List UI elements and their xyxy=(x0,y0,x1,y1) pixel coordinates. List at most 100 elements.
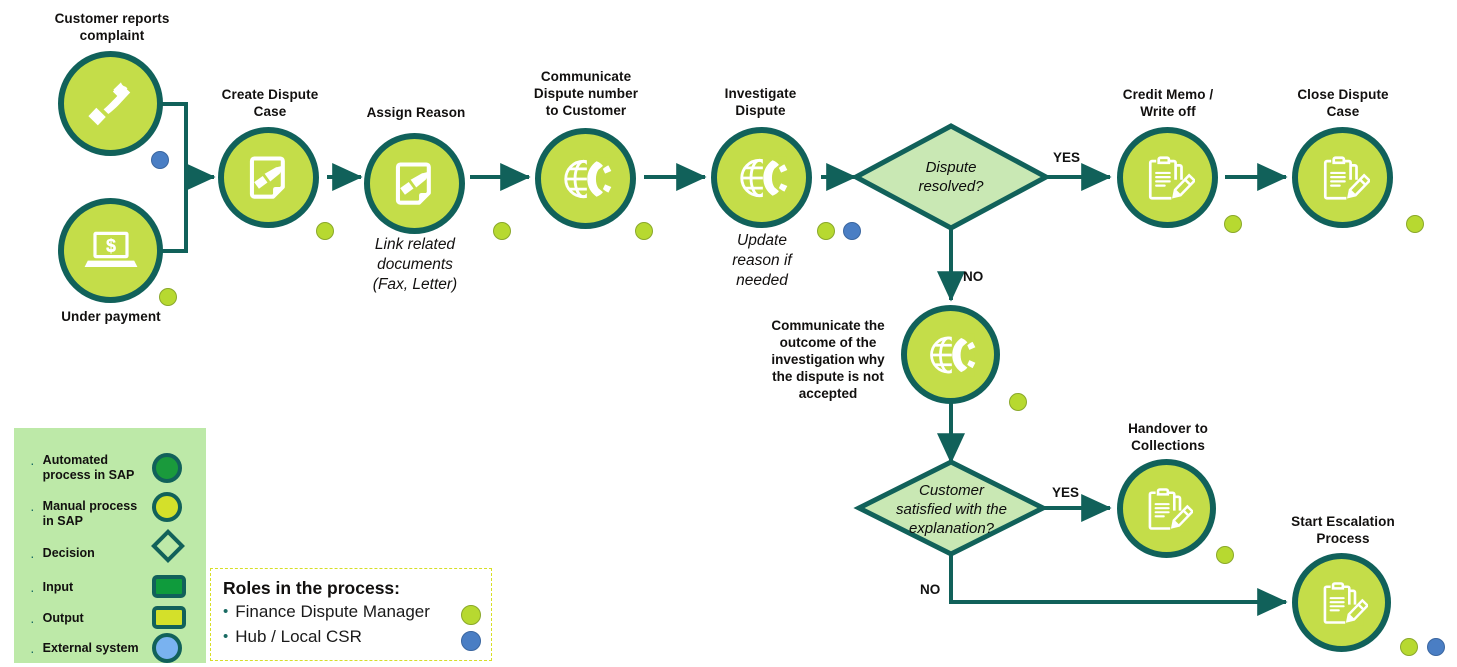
diamond-outline-icon xyxy=(151,529,185,563)
label-start-escalation-process: Start Escalation Process xyxy=(1265,513,1421,547)
legend-item-manual-process: · Manual process in SAP xyxy=(30,499,139,529)
legend-label: Decision xyxy=(42,546,95,560)
node-under-payment[interactable]: $ $ xyxy=(58,198,163,303)
clipboard-pencil-icon xyxy=(1148,487,1193,532)
node-create-dispute-case[interactable] xyxy=(218,127,319,228)
label-line: Handover to xyxy=(1128,421,1208,436)
label-line: to Customer xyxy=(545,103,627,118)
bullet-icon: · xyxy=(30,548,35,564)
legend-label: External system xyxy=(42,641,139,655)
note-line: needed xyxy=(736,272,788,289)
edge-label-yes-2: YES xyxy=(1052,485,1080,500)
bullet-icon: · xyxy=(30,613,35,629)
legend-glyph-input xyxy=(152,575,186,598)
legend-glyph-manual-process xyxy=(152,492,182,522)
legend-label: Manual process in SAP xyxy=(43,499,139,529)
document-pen-icon xyxy=(395,161,431,205)
label-line: Communicate xyxy=(540,69,632,84)
legend-item-external-system: · External system xyxy=(30,641,139,658)
node-customer-reports-complaint[interactable] xyxy=(58,51,163,156)
role-swatch-hub-local-csr xyxy=(461,631,481,651)
edge-label-yes-1: YES xyxy=(1053,150,1081,165)
legend-glyph-output xyxy=(152,606,186,629)
label-handover-to-collections: Handover to Collections xyxy=(1090,420,1246,454)
roles-panel: Roles in the process: • Finance Dispute … xyxy=(210,568,492,661)
label-line: Create Dispute xyxy=(221,87,319,102)
label-line: Collections xyxy=(1131,438,1205,453)
legend-label-line: Automated xyxy=(42,453,108,467)
label-line: Start Escalation xyxy=(1291,514,1395,529)
node-handover-to-collections[interactable] xyxy=(1117,459,1216,558)
laptop-dollar-icon: $ $ xyxy=(84,231,137,267)
role-dot-csr xyxy=(843,222,861,240)
label-create-dispute-case: Create Dispute Case xyxy=(190,86,350,120)
label-line: Case xyxy=(1326,104,1360,119)
role-dot-fdm xyxy=(1216,546,1234,564)
note-line: Link related xyxy=(374,236,456,253)
role-dot-fdm xyxy=(1406,215,1424,233)
decision-line: satisfied with the xyxy=(896,500,1007,518)
note-assign-reason: Link related documents (Fax, Letter) xyxy=(340,235,490,295)
label-customer-reports-complaint: Customer reports complaint xyxy=(32,10,192,44)
circle-yellow-green-icon xyxy=(152,492,182,522)
label-line: the dispute is not xyxy=(772,369,884,384)
label-line: complaint xyxy=(79,28,145,43)
node-credit-memo-write-off[interactable] xyxy=(1117,127,1218,228)
role-name: Finance Dispute Manager xyxy=(235,602,430,621)
role-dot-fdm xyxy=(493,222,511,240)
role-swatch-finance-dispute-manager xyxy=(461,605,481,625)
bullet-icon: • xyxy=(223,628,229,645)
note-line: Update xyxy=(737,232,787,249)
legend-label: Output xyxy=(42,611,84,625)
label-line: Dispute xyxy=(735,103,786,118)
label-line: Communicate the xyxy=(771,318,885,333)
node-assign-reason[interactable] xyxy=(364,133,465,234)
label-line: Close Dispute xyxy=(1297,87,1389,102)
globe-phone-icon xyxy=(739,155,787,200)
legend-glyph-external-system xyxy=(152,633,182,663)
legend-glyph-automated-process xyxy=(152,453,182,483)
label-line: Process xyxy=(1316,531,1370,546)
bullet-icon: · xyxy=(30,643,35,659)
legend-label-line: in SAP xyxy=(42,514,83,528)
phone-icon xyxy=(87,81,130,125)
legend-glyph-decision xyxy=(151,529,185,563)
role-dot-csr xyxy=(151,151,169,169)
decision-line: Customer xyxy=(918,481,985,499)
clipboard-pencil-icon xyxy=(1323,581,1368,626)
label-line: Case xyxy=(253,104,287,119)
label-under-payment: Under payment xyxy=(61,309,161,324)
document-pen-icon xyxy=(249,155,285,199)
note-investigate-dispute: Update reason if needed xyxy=(688,231,836,291)
circle-blue-icon xyxy=(152,633,182,663)
role-dot-fdm xyxy=(316,222,334,240)
label-line: Customer reports xyxy=(54,11,170,26)
decision-line: resolved? xyxy=(918,178,984,195)
bullet-icon: • xyxy=(223,603,229,620)
node-communicate-outcome[interactable] xyxy=(901,305,1000,404)
legend-label: Input xyxy=(42,580,74,594)
role-dot-fdm xyxy=(635,222,653,240)
label-close-dispute-case: Close Dispute Case xyxy=(1265,86,1421,120)
clipboard-pencil-icon xyxy=(1148,155,1195,202)
svg-text:$: $ xyxy=(105,234,115,255)
bullet-icon: · xyxy=(30,501,35,517)
role-name: Hub / Local CSR xyxy=(235,627,362,646)
legend-label: Automated process in SAP xyxy=(43,453,139,483)
label-credit-memo-write-off: Credit Memo / Write off xyxy=(1090,86,1246,120)
note-line: documents xyxy=(377,256,453,273)
node-investigate-dispute[interactable] xyxy=(711,127,812,228)
label-communicate-outcome: Communicate the outcome of the investiga… xyxy=(762,317,894,402)
label-line: Investigate xyxy=(724,86,797,101)
node-close-dispute-case[interactable] xyxy=(1292,127,1393,228)
node-start-escalation-process[interactable] xyxy=(1292,553,1391,652)
note-line: reason if xyxy=(732,252,792,269)
legend-item-input: · Input xyxy=(30,580,139,597)
label-assign-reason: Assign Reason xyxy=(366,105,466,120)
role-dot-fdm xyxy=(1009,393,1027,411)
roles-title: Roles in the process: xyxy=(223,578,400,598)
globe-phone-icon xyxy=(929,333,975,376)
role-dot-fdm xyxy=(1224,215,1242,233)
bullet-icon: · xyxy=(30,582,35,598)
node-communicate-dispute-number[interactable] xyxy=(535,128,636,229)
